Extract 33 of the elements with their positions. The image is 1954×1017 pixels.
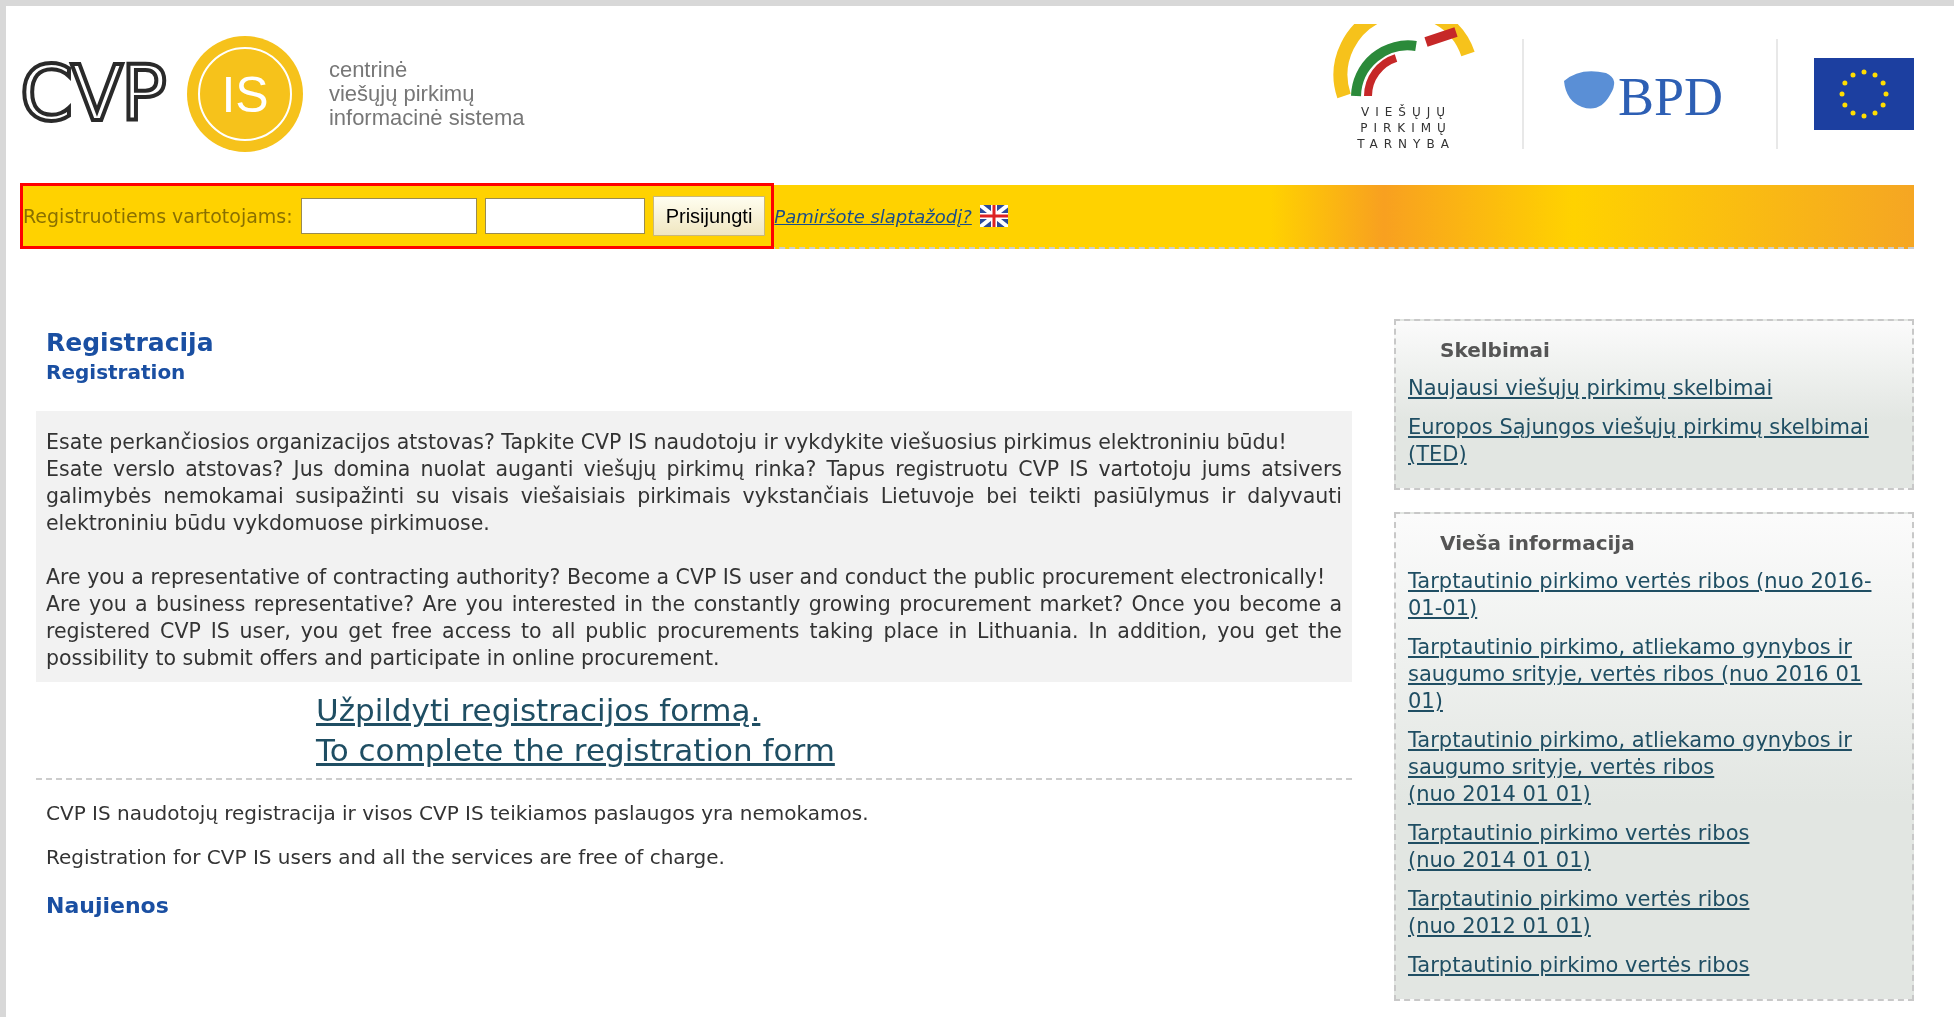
panel-title: Vieša informacija (1439, 530, 1636, 557)
registration-form-link[interactable]: To complete the registration form (316, 730, 835, 770)
news-heading: Naujienos (46, 892, 170, 920)
sidebar-link[interactable]: Tarptautinio pirkimo vertės ribos (1408, 952, 1750, 979)
info-text: Registration for CVP IS users and all the services are free of charge. (46, 844, 726, 871)
sidebar-link[interactable]: Tarptautinio pirkimo vertės ribos (nuo 2016-01-01) (1408, 568, 1900, 622)
eu-flag-icon (1814, 57, 1914, 130)
bpd-logo: BPD (1560, 58, 1740, 129)
sidebar-link[interactable]: Tarptautinio pirkimo vertės ribos (nuo 2012 01 01) (1408, 886, 1750, 940)
sidebar-link[interactable]: Tarptautinio pirkimo, atliekamo gynybos ir saugumo srityje, vertės ribos (nuo 2014 01 01) (1408, 727, 1900, 808)
login-label: Registruotiems vartotojams: (23, 203, 293, 229)
intro-paragraph: Esate perkančiosios organizacijos atstovas? Tapkite CVP IS naudotoju ir vykdykite viešuosius pirkimus elektroniniu būdu! (46, 429, 1288, 456)
logo-tagline: centrinė viešųjų pirkimų informacinė sistema (328, 57, 525, 130)
logo-badge: IS (184, 33, 305, 154)
intro-paragraph: Esate verslo atstovas? Jus domina nuolat auganti viešųjų pirkimų rinka? Tapus registruotu CVP IS vartotoju jums atsivers galimybės nemokamai susipažinti su visais viešaisiais pirkimais vykstančiais Lietuvoje bei teikti pasiūlymus ir dalyvauti elektroniniu būdu vykdomuose pirkimuose. (46, 456, 1342, 537)
agency-logo: VIEŠŲJŲ PIRKIMŲ TARNYBA (1326, 23, 1486, 164)
page-subtitle: Registration (46, 359, 187, 386)
info-text: CVP IS naudotojų registracija ir visos CVP IS teikiamos paslaugos yra nemokamos. (46, 800, 870, 827)
sidebar-link[interactable]: Tarptautinio pirkimo, atliekamo gynybos ir saugumo srityje, vertės ribos (nuo 2016 01 01) (1408, 634, 1900, 715)
page-title: Registracija (46, 329, 215, 357)
registration-form-link[interactable]: Užpildyti registracijos formą. (316, 690, 761, 730)
login-button[interactable]: Prisijungti (652, 196, 766, 236)
panel-title: Skelbimai (1439, 337, 1551, 364)
sidebar-link[interactable]: Tarptautinio pirkimo vertės ribos (nuo 2014 01 01) (1408, 820, 1750, 874)
username-field[interactable] (300, 198, 477, 234)
forgot-password-link[interactable]: Pamiršote slaptažodį? (774, 202, 972, 230)
intro-paragraph: Are you a representative of contracting authority? Become a CVP IS user and conduct the public procurement electronically! (46, 564, 1327, 591)
logo-wordmark: CVP (20, 55, 165, 132)
uk-flag-icon (979, 205, 1008, 227)
sidebar-link[interactable]: Europos Sąjungos viešųjų pirkimų skelbimai (TED) (1408, 414, 1900, 468)
sidebar-link[interactable]: Naujausi viešųjų pirkimų skelbimai (1408, 375, 1773, 402)
password-field[interactable] (484, 198, 645, 234)
intro-paragraph: Are you a business representative? Are you interested in the constantly growing procurement market? Once you become a registered CVP IS user, you get free access to all public procurements taking place in Lithuania. In addition, you get the possibility to submit offers and participate in online procurement. (46, 591, 1342, 672)
